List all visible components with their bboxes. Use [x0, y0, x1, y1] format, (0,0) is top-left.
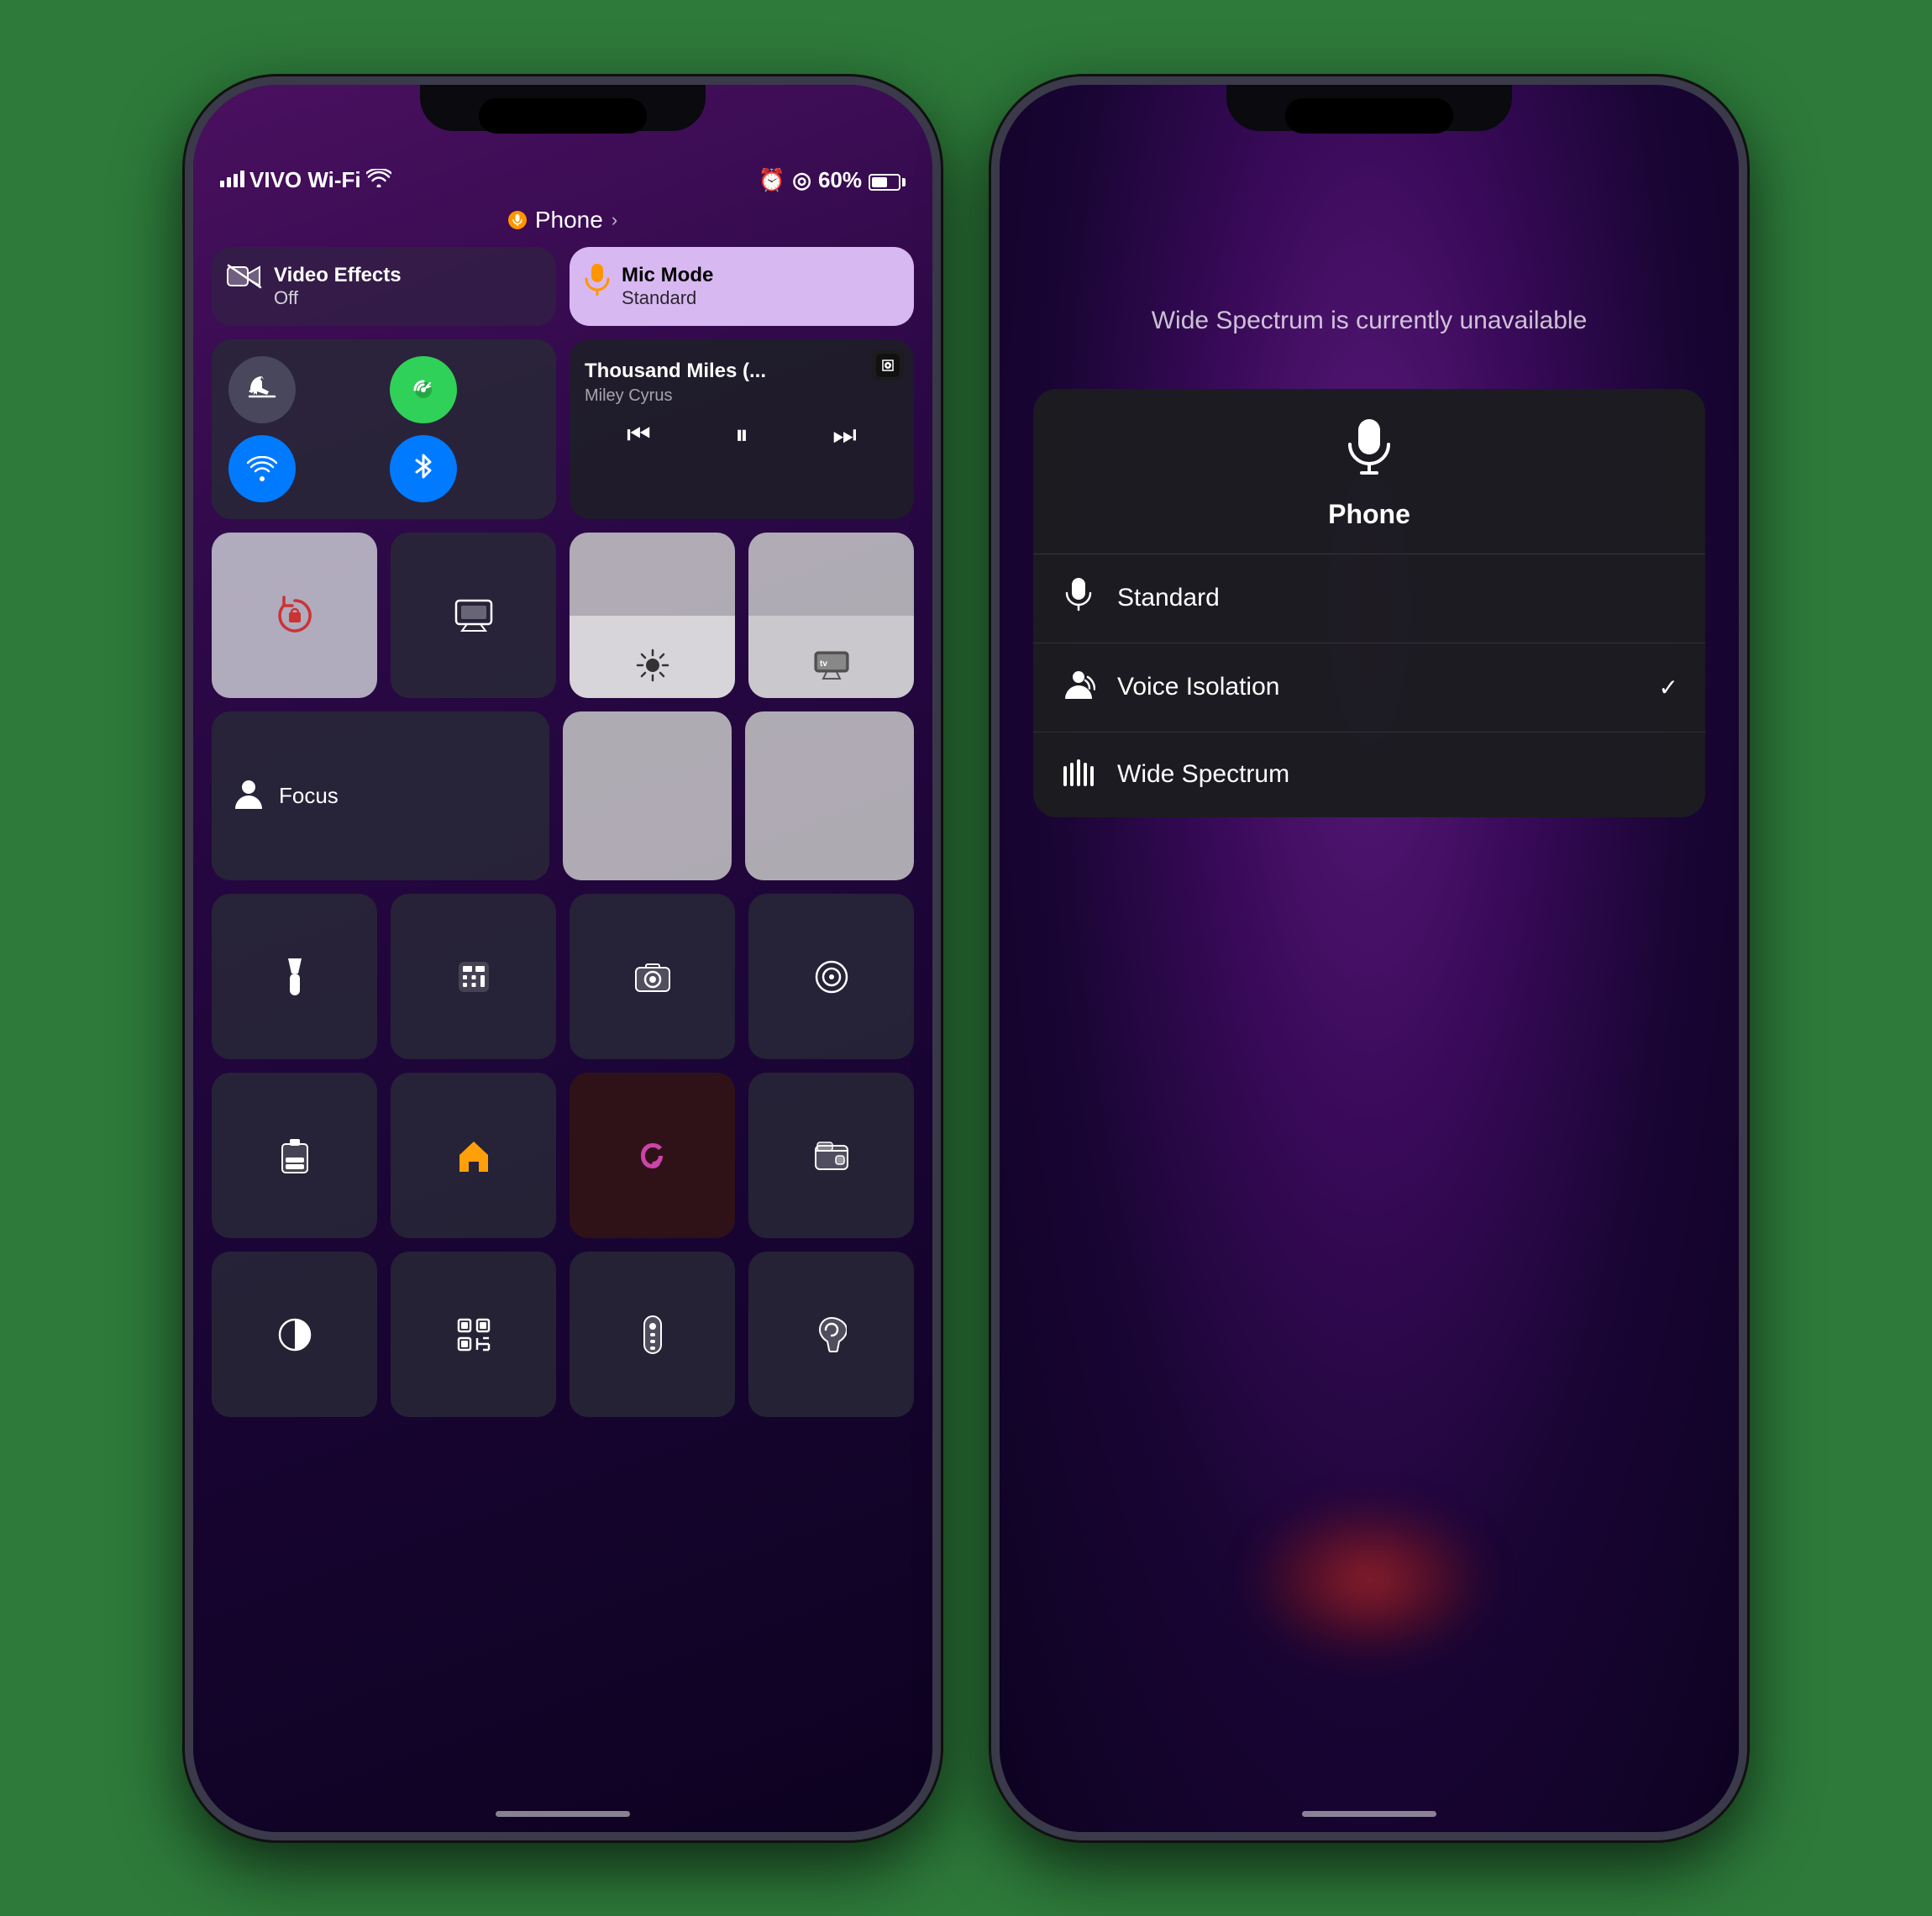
- mobile-data-button[interactable]: [390, 356, 457, 423]
- media-controls: ⏮ ⏸ ⏭: [585, 419, 899, 451]
- mic-picker-title: Phone: [1328, 499, 1410, 530]
- appletv-icon: tv: [813, 650, 850, 686]
- screen-mirror-button[interactable]: [391, 533, 556, 698]
- camera-button[interactable]: [570, 894, 735, 1059]
- video-effects-text: Video Effects Off: [274, 264, 402, 310]
- lock-rotation-button[interactable]: [212, 533, 377, 698]
- brightness-slider[interactable]: [570, 533, 735, 698]
- svg-text:tv: tv: [820, 659, 827, 669]
- icon-row-3: [212, 1252, 914, 1417]
- red-glow-decoration: [1243, 1496, 1495, 1664]
- wide-spectrum-label: Wide Spectrum: [1117, 760, 1678, 789]
- standard-mic-icon: [1060, 578, 1097, 619]
- mic-picker-header-icon: [1347, 419, 1392, 486]
- media-artist-name: Miley Cyrus: [585, 386, 899, 406]
- dynamic-island-1: [479, 98, 647, 134]
- media-song-title: Thousand Miles (...: [585, 360, 899, 383]
- location-icon: ◎: [792, 167, 811, 193]
- dynamic-island-2: [1285, 98, 1453, 134]
- home-indicator-1[interactable]: [496, 1811, 630, 1817]
- wallet-button[interactable]: [748, 1073, 914, 1238]
- voice-isolation-checkmark: ✓: [1659, 674, 1678, 701]
- mic-mode-title: Mic Mode: [622, 264, 713, 288]
- app-name: Phone: [535, 207, 603, 234]
- control-center: VIVO Wi-Fi ⏰ ◎ 60%: [193, 152, 932, 1832]
- hearing-button[interactable]: [748, 1252, 914, 1417]
- status-left: VIVO Wi-Fi: [220, 167, 391, 193]
- scan-button[interactable]: [748, 894, 914, 1059]
- carrier-name: VIVO Wi-Fi: [249, 167, 361, 193]
- battery-icon: [869, 167, 906, 193]
- remote-button[interactable]: [570, 1252, 735, 1417]
- mic-mode-tile[interactable]: Mic Mode Standard: [570, 247, 914, 327]
- qr-scanner-button[interactable]: [391, 1252, 556, 1417]
- media-player-tile[interactable]: Thousand Miles (... Miley Cyrus ⏮ ⏸ ⏭: [570, 339, 914, 519]
- media-pause-button[interactable]: ⏸: [735, 419, 748, 451]
- app-indicator[interactable]: Phone ›: [212, 197, 914, 247]
- row4: Focus: [212, 711, 914, 880]
- media-prev-button[interactable]: ⏮: [627, 419, 651, 451]
- battery-pct: 60%: [818, 167, 862, 193]
- phone-2: Wide Spectrum is currently unavailable P…: [991, 76, 1747, 1840]
- brightness-icon: [636, 648, 669, 686]
- unavailable-message: Wide Spectrum is currently unavailable: [1152, 303, 1588, 339]
- video-effects-icon: [227, 264, 262, 294]
- status-right: ⏰ ◎ 60%: [759, 167, 906, 193]
- media-next-button[interactable]: ⏭: [832, 419, 857, 451]
- icon-row-2: [212, 1073, 914, 1238]
- video-effects-title: Video Effects: [274, 264, 402, 288]
- status-bar: VIVO Wi-Fi ⏰ ◎ 60%: [212, 160, 914, 197]
- main-grid-row: Thousand Miles (... Miley Cyrus ⏮ ⏸ ⏭: [212, 339, 914, 519]
- icon-row-1: [212, 894, 914, 1059]
- alarm-icon: ⏰: [759, 167, 785, 193]
- slider-tile-2[interactable]: [745, 711, 914, 880]
- slider-tile-1[interactable]: [563, 711, 732, 880]
- signal-bars-icon: [220, 167, 244, 193]
- contrast-button[interactable]: [212, 1252, 377, 1417]
- row3: tv: [212, 533, 914, 698]
- app-chevron: ›: [612, 209, 617, 231]
- mic-mode-icon: [585, 264, 610, 301]
- mic-option-voice-isolation[interactable]: Voice Isolation ✓: [1033, 643, 1705, 732]
- airplane-mode-button[interactable]: [228, 356, 296, 423]
- video-effects-tile[interactable]: Video Effects Off: [212, 247, 556, 327]
- voice-isolation-icon: [1060, 667, 1097, 708]
- network-tile: [212, 339, 556, 519]
- home-indicator-2[interactable]: [1302, 1811, 1436, 1817]
- video-effects-subtitle: Off: [274, 287, 402, 309]
- voice-isolation-label: Voice Isolation: [1117, 673, 1639, 701]
- battery-widget-button[interactable]: [212, 1073, 377, 1238]
- bluetooth-toggle-button[interactable]: [390, 435, 457, 502]
- calculator-button[interactable]: [391, 894, 556, 1059]
- mic-mode-picker: Phone Standard: [1033, 389, 1705, 817]
- mic-picker-header: Phone: [1033, 389, 1705, 554]
- mic-option-wide-spectrum[interactable]: Wide Spectrum: [1033, 732, 1705, 817]
- mic-mode-text: Mic Mode Standard: [622, 264, 713, 310]
- focus-person-icon: [232, 777, 265, 815]
- mic-mode-subtitle: Standard: [622, 287, 713, 309]
- wide-spectrum-icon: [1060, 756, 1097, 794]
- flashlight-button[interactable]: [212, 894, 377, 1059]
- appletv-button[interactable]: tv: [748, 533, 914, 698]
- wifi-icon: [366, 167, 391, 193]
- mic-indicator-dot: [508, 211, 527, 229]
- home-button[interactable]: [391, 1073, 556, 1238]
- standard-option-label: Standard: [1117, 584, 1678, 612]
- phone-1: VIVO Wi-Fi ⏰ ◎ 60%: [185, 76, 941, 1840]
- mic-option-standard[interactable]: Standard: [1033, 554, 1705, 643]
- media-app-icon: [872, 349, 904, 381]
- focus-tile[interactable]: Focus: [212, 711, 549, 880]
- top-controls-row: Video Effects Off Mic Mode Standard: [212, 247, 914, 327]
- wifi-toggle-button[interactable]: [228, 435, 296, 502]
- focus-label: Focus: [279, 783, 339, 809]
- shazam-button[interactable]: [570, 1073, 735, 1238]
